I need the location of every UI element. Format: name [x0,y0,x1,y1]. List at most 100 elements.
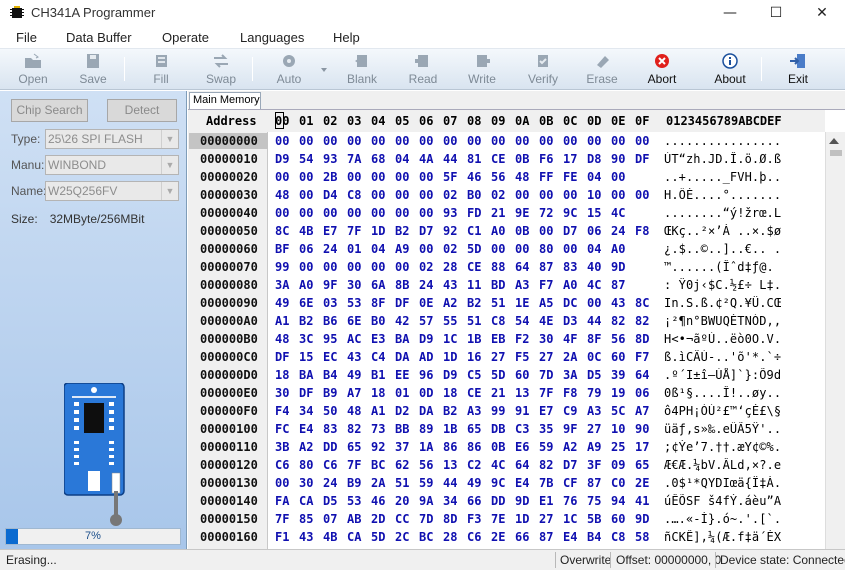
hex-byte[interactable]: E7 [323,224,337,238]
hex-byte[interactable]: 42 [395,314,409,328]
hex-byte[interactable]: 53 [347,296,361,310]
hex-byte[interactable]: 30 [275,386,289,400]
hex-byte[interactable]: 00 [275,476,289,490]
fill-button[interactable]: Fill [138,51,184,89]
hex-byte[interactable]: 9D [515,494,529,508]
detect-button[interactable]: Detect [107,99,177,122]
hex-byte[interactable]: 00 [611,188,625,202]
hex-row[interactable]: 00000150 7F 85 07 AB 2D CC 7D 8D F3 7E 1D 27 1C 5B 60 9D… [188,510,825,528]
hex-byte[interactable]: 02 [491,188,505,202]
hex-byte[interactable]: FE [563,170,577,184]
hex-byte[interactable]: C8 [491,314,505,328]
hex-byte[interactable]: 4C [611,206,625,220]
hex-byte[interactable]: 0B [491,440,505,454]
hex-byte[interactable]: B0 [371,314,385,328]
hex-byte[interactable]: 1C [443,332,457,346]
hex-byte[interactable]: 76 [563,494,577,508]
hex-byte[interactable]: 00 [395,134,409,148]
hex-byte[interactable]: 18 [443,386,457,400]
ascii-text[interactable]: ¡²¶n°BWUQÈTNÓD‚‚ [664,314,812,328]
hex-byte[interactable]: D3 [563,314,577,328]
hex-byte[interactable]: 34 [443,494,457,508]
hex-row[interactable]: 00000000 00 00 00 00 00 00 00 00 00 00 00 00 00 00 00 00… [188,132,825,150]
hex-byte[interactable]: 00 [371,206,385,220]
hex-byte[interactable]: 02 [443,188,457,202]
hex-byte[interactable]: 89 [419,422,433,436]
hex-byte[interactable]: 4C [587,278,601,292]
hex-byte[interactable]: 59 [419,476,433,490]
hex-row[interactable]: 00000070 99 00 00 00 00 00 02 28 CE 88 64 87 83 40 9D ™.… [188,258,825,276]
hex-byte[interactable]: D9 [443,368,457,382]
hex-byte[interactable]: 50 [323,404,337,418]
hex-row[interactable]: 00000140 FA CA D5 53 46 20 9A 34 66 DD 9D E1 76 75 94 41… [188,492,825,510]
hex-byte[interactable]: 7B [539,476,553,490]
hex-byte[interactable]: 5D [371,530,385,544]
hex-byte[interactable]: 8C [275,224,289,238]
hex-byte[interactable]: 0D [419,386,433,400]
hex-byte[interactable]: 87 [611,278,625,292]
hex-byte[interactable]: 2D [371,512,385,526]
hex-row[interactable]: 000000C0 DF 15 EC 43 C4 DA AD 1D 16 27 F5 27 2A 0C 60 F7… [188,348,825,366]
hex-byte[interactable]: 00 [419,134,433,148]
hex-byte[interactable]: A9 [587,440,601,454]
hex-byte[interactable]: 27 [491,350,505,364]
hex-row[interactable]: 00000030 48 00 D4 C8 00 00 00 02 B0 02 00 00 00 10 00 00… [188,186,825,204]
ascii-text[interactable]: üäƒ‚s»‰.eÛÃ5Ÿ'.. [664,422,812,436]
hex-byte[interactable]: 1D [515,512,529,526]
hex-byte[interactable]: 3F [587,458,601,472]
hex-byte[interactable]: 00 [347,260,361,274]
hex-byte[interactable]: 00 [347,134,361,148]
hex-byte[interactable]: A9 [395,242,409,256]
close-button[interactable]: ✕ [799,0,845,27]
hex-byte[interactable]: 00 [419,242,433,256]
hex-row[interactable]: 000000E0 30 DF B9 A7 18 01 0D 18 CE 21 13 7F F8 79 19 06… [188,384,825,402]
hex-byte[interactable]: 13 [443,458,457,472]
hex-row[interactable]: 000000B0 48 3C 95 AC E3 BA D9 1C 1B EB F2 30 4F 8F 56 8D… [188,330,825,348]
hex-byte[interactable]: 9E [515,206,529,220]
hex-byte[interactable]: 4C [491,458,505,472]
ascii-text[interactable]: ô4PH¡ÒÚ²£™‘çÉ£\§ [664,404,812,418]
hex-byte[interactable]: 96 [419,368,433,382]
hex-byte[interactable]: 15 [299,350,313,364]
hex-byte[interactable]: 00 [395,206,409,220]
hex-byte[interactable]: 13 [515,386,529,400]
hex-byte[interactable]: 7F [539,386,553,400]
hex-byte[interactable]: D7 [419,224,433,238]
hex-byte[interactable]: 56 [611,332,625,346]
hex-byte[interactable]: 06 [587,224,601,238]
hex-byte[interactable]: 17 [635,440,649,454]
hex-row[interactable]: 000000A0 A1 B2 B6 6E B0 42 57 55 51 C8 54 4E D3 44 82 82… [188,312,825,330]
hex-byte[interactable]: 57 [419,314,433,328]
hex-byte[interactable]: 53 [347,494,361,508]
hex-row[interactable]: 00000130 00 30 24 B9 2A 51 59 44 49 9C E4 7B CF 87 C0 2E… [188,474,825,492]
hex-byte[interactable]: 06 [299,242,313,256]
hex-row[interactable]: 00000090 49 6E 03 53 8F DF 0E A2 B2 51 1E A5 DC 00 43 8C… [188,294,825,312]
hex-byte[interactable]: 00 [539,188,553,202]
ascii-text[interactable]: 0ß¹§....Î!..øy.. [664,386,812,400]
scroll-up-arrow-icon[interactable] [829,138,839,144]
hex-byte[interactable]: CE [491,152,505,166]
hex-byte[interactable]: A1 [275,314,289,328]
hex-byte[interactable]: F7 [635,350,649,364]
hex-byte[interactable]: 43 [443,278,457,292]
hex-byte[interactable]: 60 [515,368,529,382]
blank-button[interactable]: Blank [339,51,385,89]
hex-byte[interactable]: 3B [275,440,289,454]
hex-byte[interactable]: B2 [467,296,481,310]
hex-byte[interactable]: BC [419,530,433,544]
hex-byte[interactable]: DB [491,422,505,436]
auto-dropdown-arrow-icon[interactable] [321,68,327,72]
hex-byte[interactable]: 00 [299,206,313,220]
hex-byte[interactable]: BD [491,278,505,292]
hex-byte[interactable]: 10 [611,422,625,436]
hex-byte[interactable]: 3A [275,278,289,292]
hex-byte[interactable]: 30 [539,332,553,346]
hex-byte[interactable]: C1 [467,224,481,238]
hex-byte[interactable]: 0B [515,224,529,238]
hex-byte[interactable]: 64 [635,368,649,382]
hex-byte[interactable]: 7D [539,368,553,382]
hex-byte[interactable]: 10 [587,188,601,202]
hex-byte[interactable]: 00 [323,134,337,148]
hex-byte[interactable]: F8 [635,224,649,238]
hex-byte[interactable]: 00 [443,134,457,148]
